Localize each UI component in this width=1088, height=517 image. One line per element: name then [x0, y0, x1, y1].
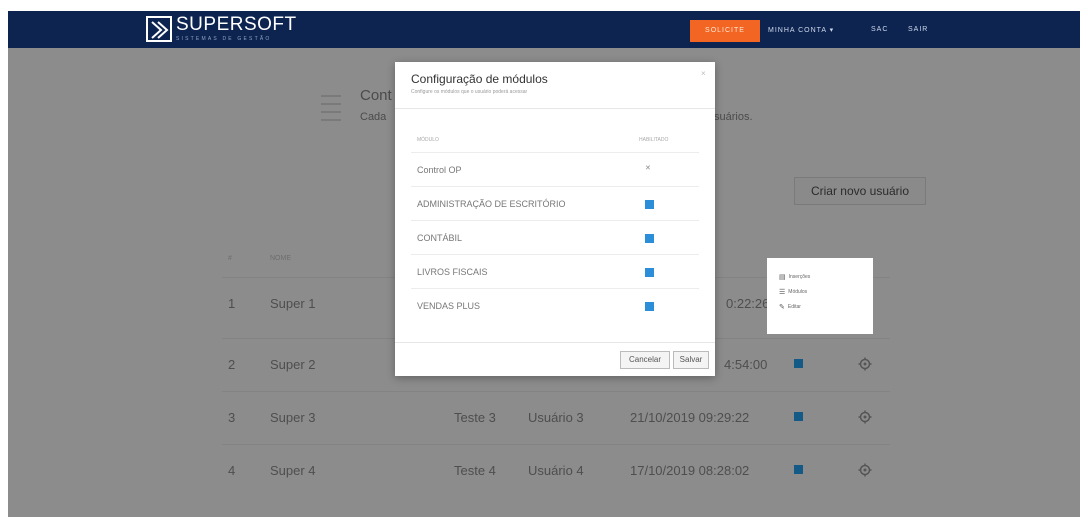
page-subtitle: Cada	[360, 111, 387, 123]
page-subtitle-tail: suários.	[714, 111, 753, 123]
row-active-checkbox[interactable]	[794, 412, 803, 421]
row-username: Usuário 4	[528, 463, 584, 478]
module-enabled-checkbox[interactable]	[645, 234, 654, 243]
column-header-name: NOME	[270, 255, 291, 262]
column-header-enabled: HABILITADO	[639, 137, 669, 143]
gear-icon[interactable]	[858, 357, 872, 371]
module-row: LIVROS FISCAIS	[411, 254, 699, 288]
row-context-menu: ▤ Inserções ☰ Módulos ✎ Editar	[767, 258, 873, 334]
row-number: 3	[228, 410, 236, 425]
row-company: Teste 4	[454, 463, 496, 478]
create-user-button[interactable]: Criar novo usuário	[794, 177, 926, 205]
gear-icon[interactable]	[858, 410, 872, 424]
row-date: 21/10/2019 09:29:22	[630, 410, 750, 425]
module-row: Control OP ✕	[411, 152, 699, 186]
context-menu-item-inserts[interactable]: ▤ Inserções	[779, 273, 810, 281]
nav-sac-link[interactable]: SAC	[871, 26, 888, 33]
brand-logo[interactable]: SUPERSOFT SISTEMAS DE GESTÃO	[146, 14, 297, 43]
module-disabled-mark[interactable]: ✕	[645, 164, 651, 172]
modal-footer: Cancelar Salvar	[395, 342, 715, 376]
module-row: VENDAS PLUS	[411, 288, 699, 322]
context-menu-item-edit[interactable]: ✎ Editar	[779, 303, 801, 311]
module-enabled-checkbox[interactable]	[645, 268, 654, 277]
column-header-number: #	[228, 255, 232, 262]
column-header-module: MÓDULO	[417, 137, 439, 143]
row-number: 4	[228, 463, 236, 478]
row-number: 2	[228, 357, 236, 372]
context-menu-label: Inserções	[788, 274, 811, 280]
supersoft-logo-icon	[146, 16, 172, 42]
module-row: ADMINISTRAÇÃO DE ESCRITÓRIO	[411, 186, 699, 220]
modal-subtitle: Configure os módulos que o usuário poder…	[411, 89, 528, 95]
brand-tagline: SISTEMAS DE GESTÃO	[176, 36, 272, 42]
gear-icon[interactable]	[858, 463, 872, 477]
module-row: CONTÁBIL	[411, 220, 699, 254]
context-menu-item-modules[interactable]: ☰ Módulos	[779, 288, 807, 296]
list-icon: ▤	[779, 274, 786, 281]
modal-divider	[395, 108, 715, 109]
top-navbar: SUPERSOFT SISTEMAS DE GESTÃO SOLICITE MI…	[8, 11, 1080, 48]
row-name: Super 2	[270, 357, 316, 372]
nav-account-menu[interactable]: MINHA CONTA ▾	[768, 26, 834, 34]
save-button[interactable]: Salvar	[673, 351, 709, 369]
module-label: ADMINISTRAÇÃO DE ESCRITÓRIO	[417, 199, 566, 209]
row-number: 1	[228, 296, 236, 311]
module-label: CONTÁBIL	[417, 233, 463, 243]
pencil-icon: ✎	[779, 304, 785, 311]
row-date: 4:54:00	[724, 357, 768, 372]
table-row[interactable]: 4 Super 4 Teste 4 Usuário 4 17/10/2019 0…	[222, 444, 890, 497]
module-label: Control OP	[417, 165, 462, 175]
app-window: SUPERSOFT SISTEMAS DE GESTÃO SOLICITE MI…	[8, 11, 1080, 517]
brand-name: SUPERSOFT	[176, 14, 297, 35]
nav-highlight-button[interactable]: SOLICITE	[690, 20, 760, 42]
menu-icon: ☰	[779, 289, 786, 296]
page-title: Cont	[360, 87, 392, 104]
row-active-checkbox[interactable]	[794, 465, 803, 474]
row-date: 17/10/2019 08:28:02	[630, 463, 750, 478]
module-label: VENDAS PLUS	[417, 301, 481, 311]
cancel-button[interactable]: Cancelar	[620, 351, 670, 369]
row-name: Super 4	[270, 463, 316, 478]
modules-config-modal: Configuração de módulos Configure os mód…	[395, 62, 715, 376]
row-company: Teste 3	[454, 410, 496, 425]
context-menu-label: Editar	[787, 304, 801, 310]
modal-title: Configuração de módulos	[411, 72, 548, 86]
module-enabled-checkbox[interactable]	[645, 302, 654, 311]
close-icon[interactable]: ×	[701, 69, 706, 78]
row-date: 0:22:26	[726, 296, 770, 311]
table-row[interactable]: 3 Super 3 Teste 3 Usuário 3 21/10/2019 0…	[222, 391, 890, 444]
context-menu-label: Módulos	[788, 289, 808, 295]
users-page-icon	[320, 91, 342, 125]
row-active-checkbox[interactable]	[794, 359, 803, 368]
row-name: Super 3	[270, 410, 316, 425]
nav-logout-link[interactable]: SAIR	[908, 26, 928, 33]
module-enabled-checkbox[interactable]	[645, 200, 654, 209]
module-label: LIVROS FISCAIS	[417, 267, 488, 277]
row-name: Super 1	[270, 296, 316, 311]
row-username: Usuário 3	[528, 410, 584, 425]
